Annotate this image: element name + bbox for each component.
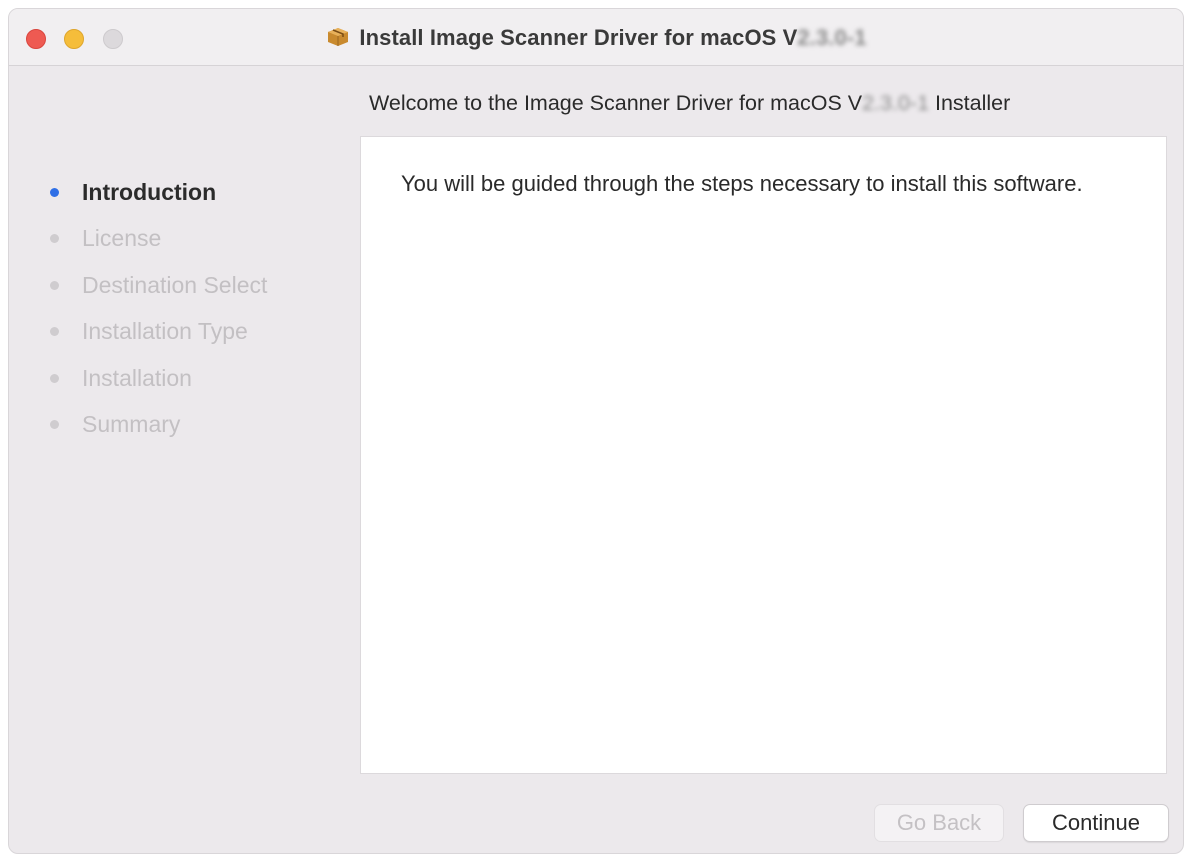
step-label: Installation: [82, 364, 192, 391]
go-back-button[interactable]: Go Back: [874, 804, 1004, 842]
step-label: Summary: [82, 411, 181, 438]
active-step-dot: [50, 187, 59, 197]
heading-version: 2.3.0-1: [862, 91, 930, 115]
content-panel: You will be guided through the steps nec…: [360, 136, 1167, 774]
window-title-version: 2.3.0-1: [797, 25, 867, 50]
continue-button[interactable]: Continue: [1023, 804, 1169, 842]
step-label: License: [82, 225, 162, 252]
installer-window: Install Image Scanner Driver for macOS V…: [8, 8, 1184, 854]
heading-text: Welcome to the Image Scanner Driver for …: [369, 91, 863, 115]
package-icon: [325, 25, 351, 52]
installer-steps-sidebar: Introduction License Destination Select …: [9, 169, 349, 448]
title-bar[interactable]: Install Image Scanner Driver for macOS V…: [9, 9, 1183, 66]
step-summary: Summary: [9, 402, 349, 449]
step-label: Installation Type: [82, 318, 248, 345]
step-installation: Installation: [9, 355, 349, 402]
step-dot: [50, 234, 59, 244]
page-heading: Welcome to the Image Scanner Driver for …: [369, 91, 1010, 116]
step-dot: [50, 280, 59, 290]
heading-suffix: Installer: [929, 91, 1011, 115]
step-license: License: [9, 216, 349, 263]
step-dot: [50, 373, 59, 383]
step-installation-type: Installation Type: [9, 309, 349, 356]
step-destination-select: Destination Select: [9, 262, 349, 309]
window-title-text: Install Image Scanner Driver for macOS V: [359, 25, 798, 50]
step-dot: [50, 420, 59, 430]
step-label: Introduction: [82, 178, 217, 205]
intro-text: You will be guided through the steps nec…: [401, 171, 1083, 196]
step-introduction: Introduction: [9, 169, 349, 216]
step-dot: [50, 327, 59, 337]
window-title: Install Image Scanner Driver for macOS V…: [9, 22, 1183, 54]
step-label: Destination Select: [82, 271, 268, 298]
